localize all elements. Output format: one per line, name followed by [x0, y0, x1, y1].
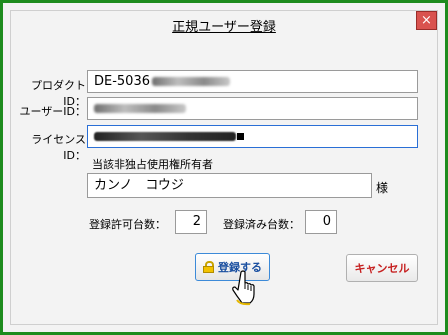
- allowed-count-label: 登録許可台数：: [89, 218, 166, 231]
- product-id-visible-text: DE-5036: [94, 74, 150, 89]
- redacted-mask: [152, 77, 230, 86]
- dialog-title-text: 正規ユーザー登録: [172, 20, 276, 35]
- close-button[interactable]: ×: [416, 11, 437, 30]
- dialog-title: 正規ユーザー登録: [3, 16, 445, 35]
- product-id-field[interactable]: DE-5036: [87, 70, 418, 93]
- registered-count-label: 登録済み台数：: [223, 218, 300, 231]
- cancel-button-label: キャンセル: [354, 262, 410, 275]
- owner-label: 当該非独占使用権所有者: [92, 158, 213, 171]
- close-icon: ×: [421, 13, 432, 28]
- redacted-mask: [94, 104, 186, 113]
- honorific-suffix: 様: [376, 181, 389, 195]
- hand-pointer-icon: [232, 270, 255, 306]
- license-id-field[interactable]: [87, 125, 418, 148]
- registration-dialog: 正規ユーザー登録 × プロダクトID： DE-5036 ユーザーID： ライセン…: [0, 0, 448, 335]
- user-id-label: ユーザーID：: [19, 105, 87, 118]
- lock-icon: [203, 261, 214, 273]
- user-id-field[interactable]: [87, 97, 418, 120]
- registered-count-field[interactable]: 0: [305, 210, 337, 234]
- cancel-button[interactable]: キャンセル: [346, 254, 418, 282]
- license-id-label: ライセンスID：: [31, 133, 86, 162]
- owner-name-field[interactable]: カンノ コウジ: [87, 173, 372, 198]
- redacted-mask: [94, 132, 236, 141]
- text-caret: [237, 133, 244, 140]
- allowed-count-field[interactable]: 2: [175, 210, 207, 234]
